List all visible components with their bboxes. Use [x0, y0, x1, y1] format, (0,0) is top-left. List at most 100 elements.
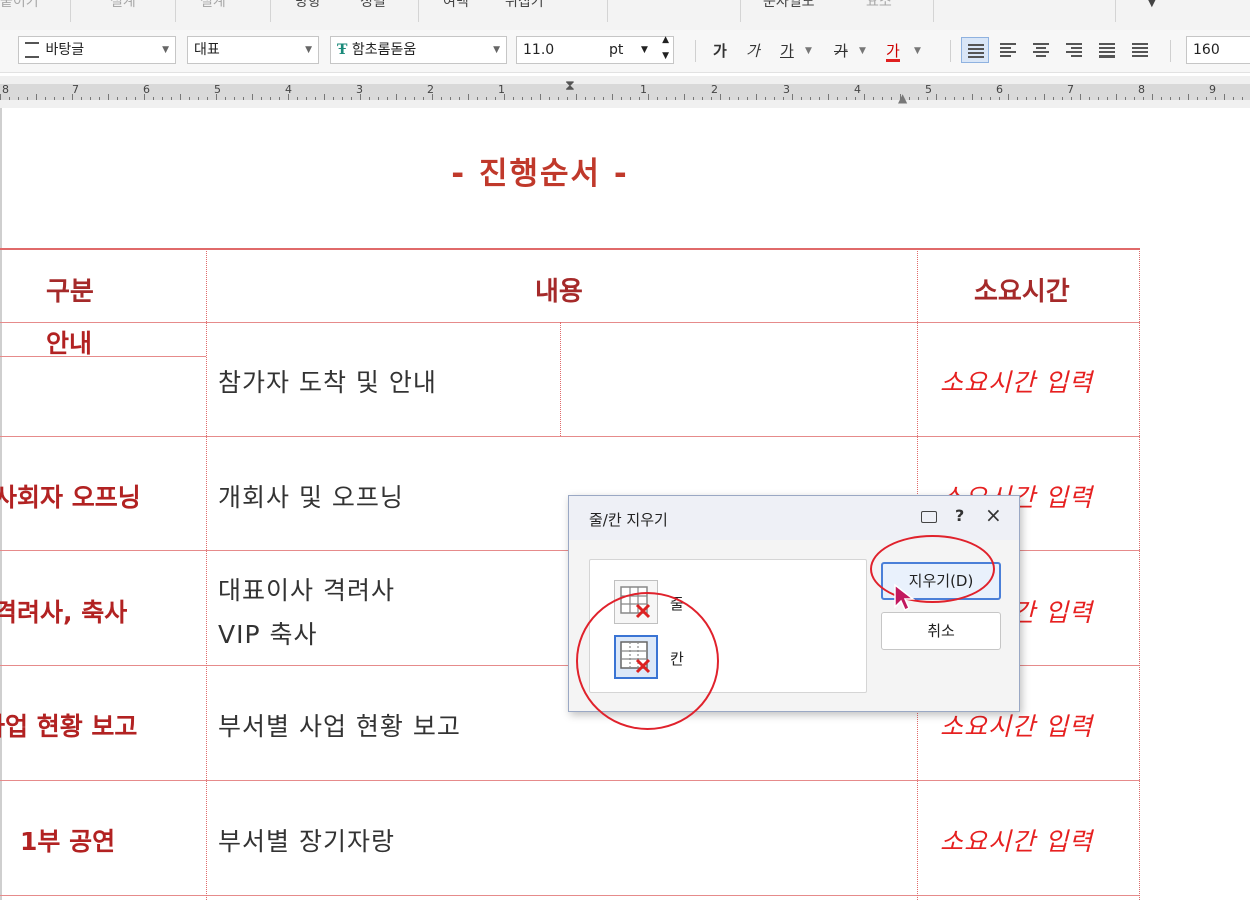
horizontal-ruler[interactable]: 8 7 6 5 4 3 2 1 1 2 3 4 5 6 7 8 9 ⧗ ▲: [0, 76, 1250, 108]
ruler-label: 9: [1209, 83, 1216, 96]
menu-design-2[interactable]: 설계: [200, 0, 226, 11]
chevron-down-icon: ▼: [641, 45, 648, 55]
ruler-tick: [117, 97, 118, 100]
table-cell-category[interactable]: 1부 공연: [20, 822, 115, 858]
table-header-content: 내용: [535, 277, 583, 307]
spin-up-icon[interactable]: ▲: [662, 33, 669, 47]
table-cell-category[interactable]: 안내: [46, 324, 92, 360]
line-spacing-select[interactable]: 160: [1186, 36, 1250, 64]
ruler-tick: [90, 97, 91, 100]
table-cell-time[interactable]: 소요시간 입력: [940, 822, 1093, 858]
ruler-tick: [954, 97, 955, 100]
menu-design-1[interactable]: 설계: [110, 0, 136, 11]
table-cell-content-line2[interactable]: VIP 축사: [218, 615, 318, 651]
ruler-label: 3: [783, 83, 790, 96]
ruler-tick: [513, 97, 514, 100]
ruler-tick: [1062, 97, 1063, 100]
table-cell-category[interactable]: 사회자 오프닝: [0, 478, 141, 514]
ruler-label: 8: [1138, 83, 1145, 96]
ruler-tick: [369, 97, 370, 100]
ruler-tick: [828, 94, 829, 100]
font-size-unit: pt: [609, 42, 624, 58]
menu-paste[interactable]: 붙이기: [0, 0, 39, 11]
close-button[interactable]: ×: [985, 503, 1002, 527]
ruler-tick: [774, 97, 775, 100]
menu-direction[interactable]: 방향: [295, 0, 321, 11]
menu-margin[interactable]: 여백: [443, 0, 469, 11]
italic-button[interactable]: 가: [746, 39, 760, 63]
align-justify-button[interactable]: [961, 37, 989, 63]
align-right-button[interactable]: [1060, 37, 1088, 63]
ruler-tick: [945, 97, 946, 100]
right-indent-marker-icon[interactable]: ▲: [898, 91, 907, 105]
align-split-button[interactable]: [1126, 37, 1154, 63]
table-row-divider: [0, 436, 1140, 437]
chevron-down-icon[interactable]: ▼: [914, 39, 921, 63]
style-select[interactable]: 바탕글 ▼: [18, 36, 176, 64]
align-center-button[interactable]: [1027, 37, 1055, 63]
ruler-tick: [1233, 97, 1234, 100]
underline-button[interactable]: 가: [780, 39, 794, 63]
table-cell-content[interactable]: 부서별 사업 현황 보고: [218, 707, 461, 743]
table-cell-content[interactable]: 부서별 장기자랑: [218, 822, 395, 858]
style-select-value: 바탕글: [45, 42, 85, 58]
language-select[interactable]: 대표 ▼: [187, 36, 319, 64]
ruler-tick: [756, 94, 757, 100]
ruler-tick: [702, 97, 703, 100]
ruler-tick: [126, 97, 127, 100]
strikethrough-button[interactable]: 가: [834, 39, 848, 63]
menu-element[interactable]: 요소: [866, 0, 892, 11]
highlight-circle: [576, 592, 719, 730]
menu-dropdown-icon[interactable]: ▼: [1148, 0, 1156, 9]
ruler-tick: [36, 94, 37, 100]
ruler-tick: [846, 97, 847, 100]
ruler-tick: [1188, 94, 1189, 100]
table-header-category: 구분: [46, 277, 94, 307]
font-select[interactable]: Ŧ 함초롬돋움 ▼: [330, 36, 507, 64]
ruler-tick: [1080, 94, 1081, 100]
ruler-tick: [738, 97, 739, 100]
table-cell-time[interactable]: 소요시간 입력: [940, 707, 1093, 743]
bold-button[interactable]: 가: [713, 39, 727, 63]
table-cell-content[interactable]: 대표이사 격려사: [218, 571, 395, 607]
spin-down-icon[interactable]: ▼: [662, 49, 669, 63]
comment-icon[interactable]: [921, 511, 937, 523]
ruler-tick: [270, 97, 271, 100]
toolbar-separator: [695, 40, 696, 62]
table-cell-content[interactable]: 개회사 및 오프닝: [218, 478, 404, 514]
menu-text-direction[interactable]: 문자열도: [763, 0, 815, 11]
menu-align[interactable]: 정렬: [360, 0, 386, 11]
ruler-tick: [684, 94, 685, 100]
chevron-down-icon[interactable]: ▼: [859, 39, 866, 63]
ruler-tick: [783, 97, 784, 100]
indent-marker-icon[interactable]: ⧗: [565, 78, 575, 94]
dialog-titlebar[interactable]: 줄/칸 지우기 ? ×: [569, 496, 1019, 540]
table-cell-content[interactable]: 참가자 도착 및 안내: [218, 363, 437, 399]
toolbar-separator: [950, 40, 951, 62]
font-color-button[interactable]: 가: [886, 39, 900, 62]
table-cell-category[interactable]: 사업 현황 보고: [0, 707, 137, 743]
menu-flip[interactable]: 뒤집기: [505, 0, 544, 11]
ruler-tick: [810, 97, 811, 100]
ruler-tick: [1161, 97, 1162, 100]
ruler-tick: [864, 94, 865, 100]
cancel-button[interactable]: 취소: [881, 612, 1001, 650]
chevron-down-icon[interactable]: ▼: [805, 39, 812, 63]
align-left-button[interactable]: [994, 37, 1022, 63]
paragraph-style-icon: [25, 42, 39, 58]
ruler-tick: [441, 97, 442, 100]
ruler-tick: [792, 94, 793, 100]
ruler-tick: [621, 97, 622, 100]
ruler-tick: [1008, 94, 1009, 100]
font-size-select[interactable]: 11.0 pt ▼ ▲ ▼: [516, 33, 674, 64]
align-distribute-button[interactable]: [1093, 37, 1121, 63]
help-button[interactable]: ?: [955, 506, 964, 525]
table-cell-category[interactable]: 격려사, 축사: [0, 593, 127, 629]
ruler-tick: [486, 97, 487, 100]
ruler-tick: [450, 97, 451, 100]
table-cell-time[interactable]: 소요시간 입력: [940, 363, 1093, 399]
ruler-tick: [936, 94, 937, 100]
ruler-tick: [882, 97, 883, 100]
ruler-label: 4: [285, 83, 292, 96]
ruler-tick: [297, 97, 298, 100]
